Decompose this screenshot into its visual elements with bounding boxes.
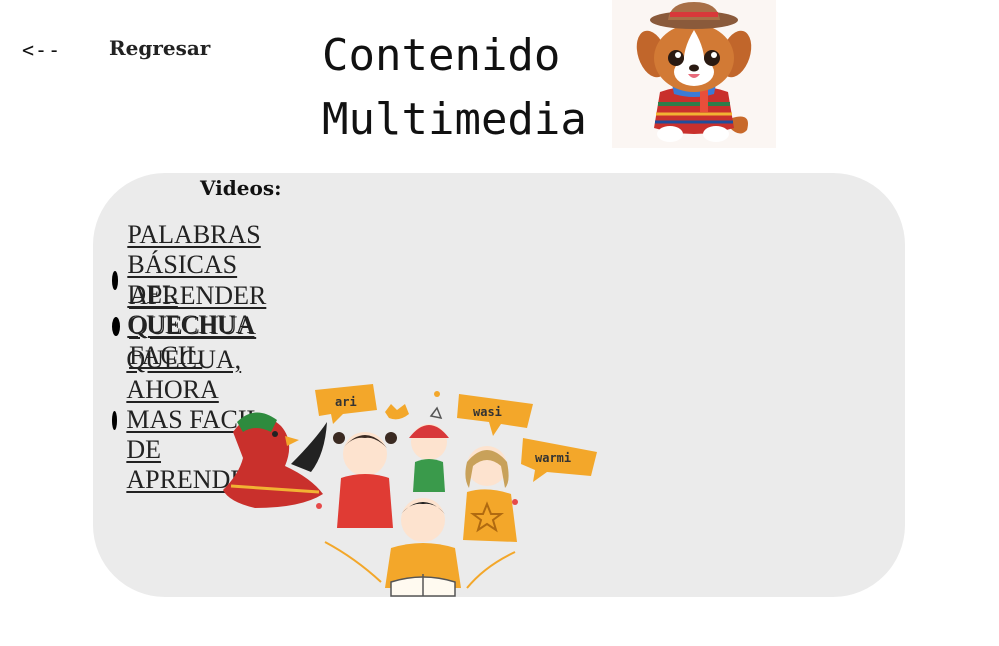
mascot-dog-image <box>612 0 776 148</box>
back-arrow-icon[interactable]: <-- <box>22 38 61 62</box>
kids-illustration: ari wasi warmi <box>223 384 597 597</box>
speech-bubble-wasi: wasi <box>457 394 533 436</box>
bullet-icon <box>112 410 118 430</box>
back-button[interactable]: Regresar <box>109 36 210 60</box>
speech-bubble-warmi-text: warmi <box>535 451 571 465</box>
speech-bubble-ari-text: ari <box>335 395 357 409</box>
bullet-icon <box>112 316 121 336</box>
videos-heading: Videos: <box>200 176 282 200</box>
page-title-line1: Contenido <box>322 30 561 81</box>
page-title-line2: Multimedia <box>322 94 587 145</box>
speech-bubble-warmi: warmi <box>521 438 597 482</box>
page: <-- Regresar Contenido Multimedia Videos… <box>0 0 999 646</box>
speech-bubble-ari: ari <box>315 384 377 424</box>
page-title: Contenido Multimedia <box>322 24 587 152</box>
speech-bubble-wasi-text: wasi <box>473 405 502 419</box>
